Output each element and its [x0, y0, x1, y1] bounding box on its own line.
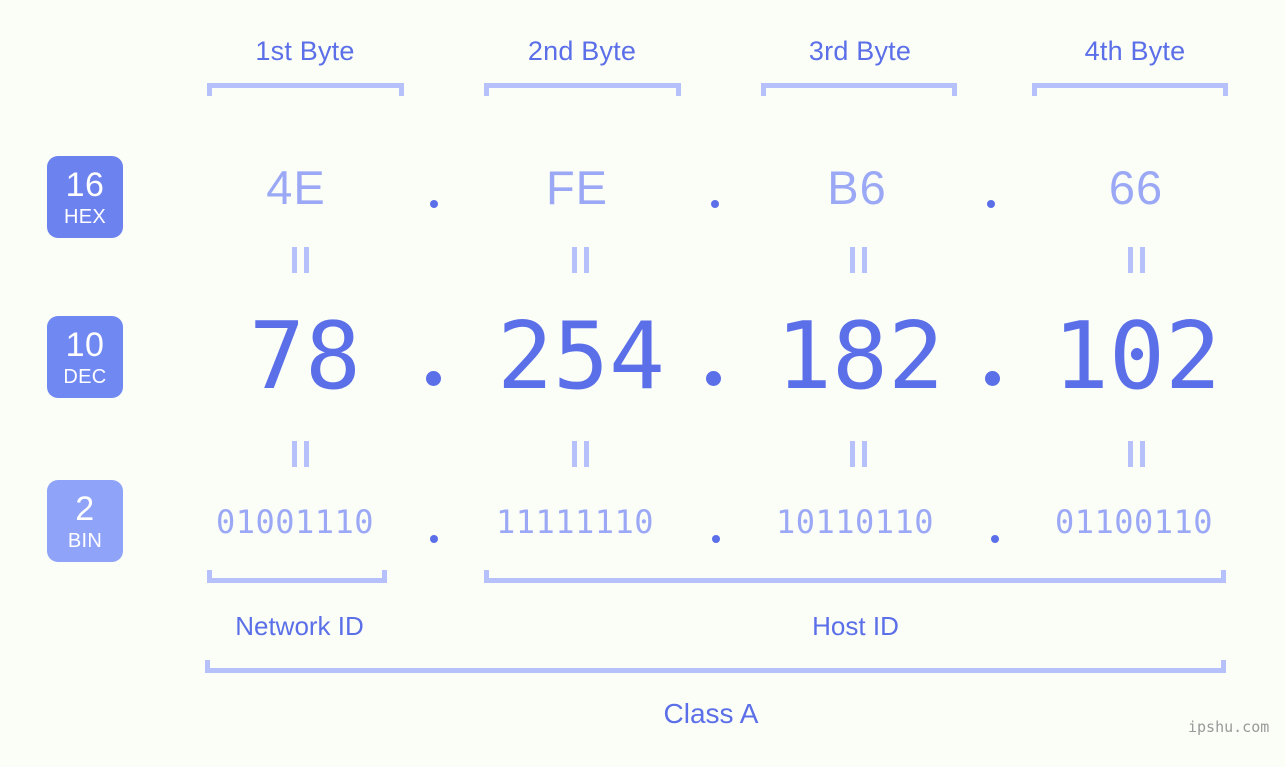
equals-mark-hex-dec-2 — [572, 247, 589, 273]
network-id-label: Network ID — [235, 611, 364, 641]
byte-header-4: 4th Byte — [1084, 36, 1186, 66]
dec-dot-separator-3 — [985, 371, 1000, 386]
hex-byte-1: 4E — [266, 161, 326, 214]
dec-byte-3: 182 — [776, 302, 944, 410]
hex-byte-3: B6 — [827, 161, 887, 214]
byte-bracket-1 — [207, 83, 404, 96]
byte-header-2: 2nd Byte — [527, 36, 637, 66]
bin-dot-separator-3 — [991, 535, 999, 543]
byte-header-1: 1st Byte — [255, 36, 355, 66]
equals-mark-dec-bin-2 — [572, 441, 589, 467]
base-badge-dec-number: 10 — [65, 325, 105, 364]
bin-byte-3: 10110110 — [775, 503, 935, 541]
bin-dot-separator-1 — [430, 535, 438, 543]
byte-bracket-2 — [484, 83, 681, 96]
dec-byte-1: 78 — [249, 302, 361, 410]
equals-mark-hex-dec-4 — [1128, 247, 1145, 273]
hex-byte-2: FE — [545, 161, 609, 214]
host-id-label: Host ID — [812, 611, 899, 641]
byte-bracket-4 — [1032, 83, 1228, 96]
network-id-bracket — [207, 570, 387, 583]
base-badge-bin: 2 BIN — [47, 480, 123, 562]
bin-byte-4: 01100110 — [1054, 503, 1214, 541]
byte-header-3: 3rd Byte — [808, 36, 912, 66]
host-id-bracket — [484, 570, 1226, 583]
base-badge-hex-number: 16 — [65, 165, 105, 204]
hex-dot-separator-2 — [711, 200, 719, 208]
bin-byte-2: 11111110 — [495, 503, 655, 541]
base-badge-dec-name: DEC — [63, 365, 107, 388]
dec-byte-2: 254 — [497, 302, 665, 410]
equals-mark-hex-dec-3 — [850, 247, 867, 273]
watermark: ipshu.com — [1188, 718, 1270, 736]
byte-bracket-3 — [761, 83, 957, 96]
dec-dot-separator-1 — [426, 371, 441, 386]
equals-mark-dec-bin-1 — [292, 441, 309, 467]
base-badge-hex: 16 HEX — [47, 156, 123, 238]
base-badge-bin-number: 2 — [75, 489, 95, 528]
equals-mark-hex-dec-1 — [292, 247, 309, 273]
hex-dot-separator-3 — [987, 200, 995, 208]
base-badge-bin-name: BIN — [67, 529, 103, 552]
dec-byte-4: 102 — [1053, 302, 1221, 410]
hex-dot-separator-1 — [430, 200, 438, 208]
bin-byte-1: 01001110 — [215, 503, 375, 541]
ip-address-breakdown-diagram: 1st Byte 2nd Byte 3rd Byte 4th Byte 16 H… — [0, 0, 1285, 767]
equals-mark-dec-bin-3 — [850, 441, 867, 467]
bin-dot-separator-2 — [712, 535, 720, 543]
dec-dot-separator-2 — [706, 371, 721, 386]
hex-byte-4: 66 — [1108, 161, 1164, 214]
class-bracket — [205, 660, 1226, 673]
equals-mark-dec-bin-4 — [1128, 441, 1145, 467]
base-badge-dec: 10 DEC — [47, 316, 123, 398]
base-badge-hex-name: HEX — [63, 205, 107, 228]
class-label: Class A — [663, 698, 759, 729]
